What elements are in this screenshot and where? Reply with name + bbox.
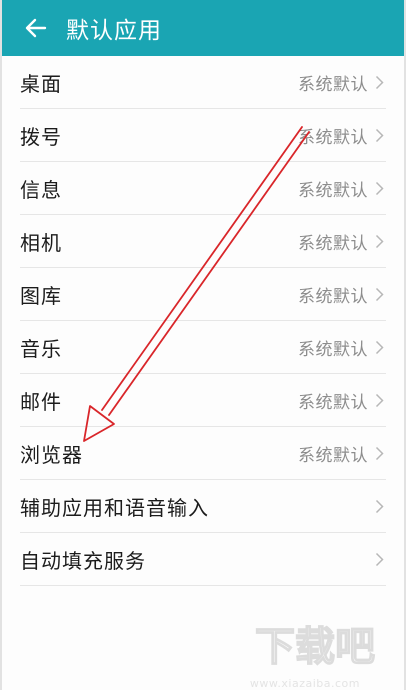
list-item-camera[interactable]: 相机 系统默认 (2, 215, 404, 268)
item-value: 系统默认 (298, 128, 368, 148)
back-button[interactable] (14, 6, 58, 50)
list-item-assist-voice-input[interactable]: 辅助应用和语音输入 (2, 480, 404, 533)
watermark-logo: 下载吧 (254, 623, 375, 670)
watermark-url: www.xiazaiba.com (249, 677, 360, 690)
item-title: 桌面 (20, 72, 62, 96)
item-title: 邮件 (20, 390, 62, 414)
item-value: 系统默认 (298, 234, 368, 254)
list-item-email[interactable]: 邮件 系统默认 (2, 374, 404, 427)
list-item-dialer[interactable]: 拨号 系统默认 (2, 109, 404, 162)
list-item-autofill-service[interactable]: 自动填充服务 (2, 533, 404, 586)
item-value: 系统默认 (298, 75, 368, 95)
default-apps-list: 桌面 系统默认 拨号 系统默认 信息 系统默认 相机 系统默认 图库 系统默认 … (2, 56, 404, 586)
list-item-gallery[interactable]: 图库 系统默认 (2, 268, 404, 321)
app-bar: 默认应用 (2, 0, 404, 56)
list-item-browser[interactable]: 浏览器 系统默认 (2, 427, 404, 480)
chevron-right-icon (374, 181, 384, 197)
arrow-left-icon (25, 18, 47, 38)
chevron-right-icon (374, 128, 384, 144)
item-value: 系统默认 (298, 287, 368, 307)
chevron-right-icon (374, 287, 384, 303)
chevron-right-icon (374, 393, 384, 409)
list-item-desktop[interactable]: 桌面 系统默认 (2, 56, 404, 109)
svg-text:下载吧: 下载吧 (255, 624, 375, 670)
chevron-right-icon (374, 446, 384, 462)
item-value: 系统默认 (298, 340, 368, 360)
item-title: 图库 (20, 284, 62, 308)
chevron-right-icon (374, 499, 384, 515)
chevron-right-icon (374, 340, 384, 356)
item-title: 信息 (20, 178, 62, 202)
chevron-right-icon (374, 552, 384, 568)
page-title: 默认应用 (66, 18, 162, 44)
item-title: 辅助应用和语音输入 (20, 496, 209, 520)
item-value: 系统默认 (298, 181, 368, 201)
phone-screen: 默认应用 桌面 系统默认 拨号 系统默认 信息 系统默认 相机 系统默认 图库 … (0, 0, 406, 690)
item-title: 相机 (20, 231, 62, 255)
item-title: 拨号 (20, 125, 62, 149)
item-title: 浏览器 (20, 443, 83, 467)
item-title: 音乐 (20, 337, 62, 361)
item-title: 自动填充服务 (20, 549, 146, 573)
list-item-music[interactable]: 音乐 系统默认 (2, 321, 404, 374)
chevron-right-icon (374, 234, 384, 250)
chevron-right-icon (374, 75, 384, 91)
item-value: 系统默认 (298, 446, 368, 466)
list-item-messages[interactable]: 信息 系统默认 (2, 162, 404, 215)
item-value: 系统默认 (298, 393, 368, 413)
